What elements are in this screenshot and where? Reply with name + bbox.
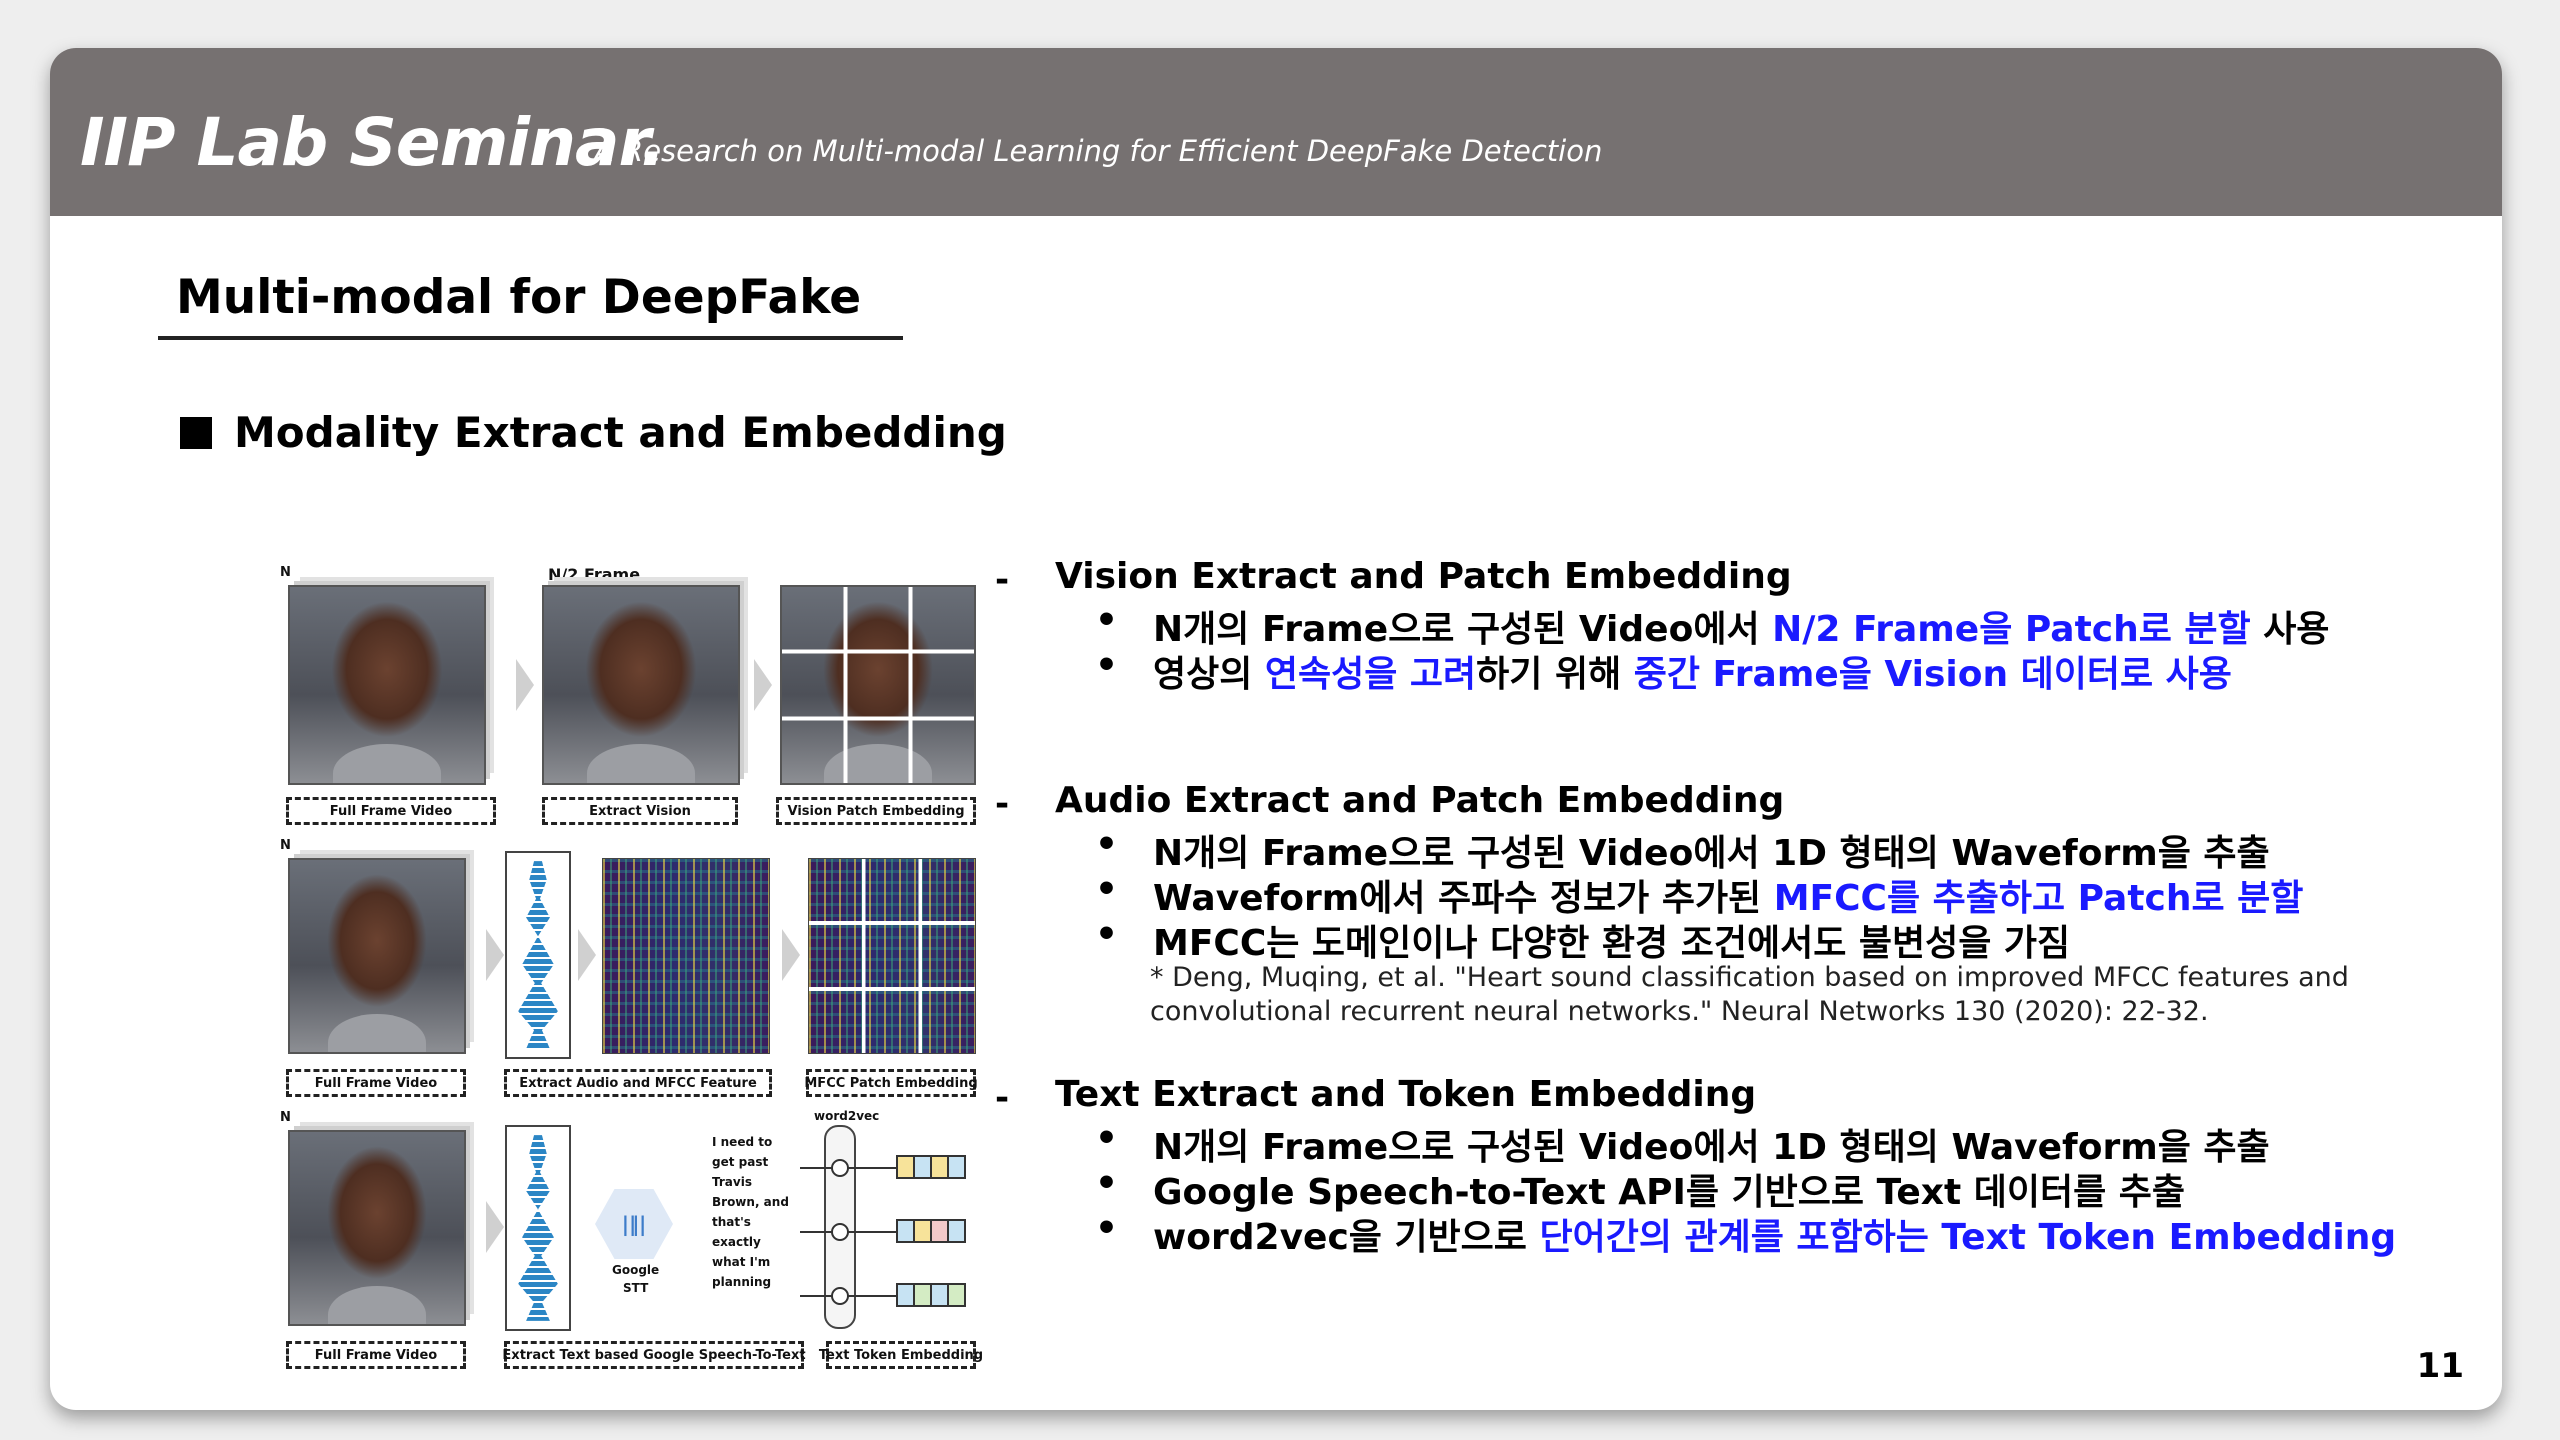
bullet-text: 영상의 bbox=[1153, 654, 1265, 695]
page-number: 11 bbox=[2416, 1346, 2464, 1386]
bullet-text: 사용 bbox=[2250, 609, 2330, 650]
vision-heading: Vision Extract and Patch Embedding bbox=[1055, 556, 1792, 597]
middle-frame-image bbox=[542, 585, 740, 785]
mfcc-spectrogram-image bbox=[602, 858, 770, 1054]
token-embedding-vector bbox=[896, 1155, 966, 1179]
label-text-token-embedding: Text Token Embedding bbox=[819, 1341, 983, 1369]
section-underline bbox=[158, 336, 903, 340]
subsection-title: Modality Extract and Embedding bbox=[234, 408, 1007, 457]
bullet-text: MFCC는 도메인이나 다양한 환경 조건에서도 불변성을 가짐 bbox=[1153, 923, 2071, 964]
transcript-line: what I'm bbox=[712, 1255, 771, 1269]
label-extract-audio-mfcc: Extract Audio and MFCC Feature bbox=[504, 1069, 772, 1097]
label-vision-patch-embedding: Vision Patch Embedding bbox=[776, 797, 976, 825]
header-bar: IIP Lab Seminar. A Research on Multi-mod… bbox=[50, 48, 2502, 216]
slide: IIP Lab Seminar. A Research on Multi-mod… bbox=[50, 48, 2502, 1410]
word2vec-node bbox=[831, 1287, 849, 1305]
label-full-frame-video: Full Frame Video bbox=[286, 1341, 466, 1369]
block-dash: - bbox=[995, 1078, 1010, 1118]
label-full-frame-video: Full Frame Video bbox=[286, 1069, 466, 1097]
block-dash: - bbox=[995, 560, 1010, 600]
word2vec-label: word2vec bbox=[814, 1109, 880, 1123]
label-extract-text-stt: Extract Text based Google Speech-To-Text bbox=[502, 1341, 806, 1369]
transcript-line: I need to bbox=[712, 1135, 773, 1149]
transcript-line: Brown, and bbox=[712, 1195, 789, 1209]
token-embedding-vector bbox=[896, 1283, 966, 1307]
transcript-line: planning bbox=[712, 1275, 772, 1289]
highlight-text: 단어간의 관계를 포함하는 Text Token Embedding bbox=[1539, 1217, 2397, 1258]
bullet-dot: • bbox=[1095, 869, 1119, 910]
stt-label: Google bbox=[612, 1263, 660, 1277]
bullet-dot: • bbox=[1095, 1163, 1119, 1204]
word2vec-node bbox=[831, 1159, 849, 1177]
bullet-dot: • bbox=[1095, 600, 1119, 641]
arrow-icon bbox=[516, 659, 534, 711]
half-frame-label: N/2 Frame bbox=[548, 565, 641, 584]
word2vec-node bbox=[831, 1223, 849, 1241]
text-heading: Text Extract and Token Embedding bbox=[1055, 1074, 1757, 1115]
bullet-dot: • bbox=[1095, 914, 1119, 955]
stt-label: STT bbox=[623, 1281, 649, 1295]
pipeline-figure: N N/2 Frame Full Frame Video Extract Vis… bbox=[230, 513, 1030, 1393]
label-extract-vision: Extract Vision bbox=[542, 797, 738, 825]
n-label: N bbox=[280, 838, 291, 853]
highlight-text: 연속성을 고려 bbox=[1264, 654, 1477, 695]
transcript-line: exactly bbox=[712, 1235, 761, 1249]
waveform-image bbox=[505, 851, 571, 1059]
subsection-heading: Modality Extract and Embedding bbox=[180, 408, 1007, 457]
header-subtitle: A Research on Multi-modal Learning for E… bbox=[594, 134, 1603, 168]
bullet-dot: • bbox=[1095, 824, 1119, 865]
square-bullet-icon bbox=[180, 417, 212, 449]
transcript-line: get past bbox=[712, 1155, 769, 1169]
transcript-line: that's bbox=[712, 1215, 751, 1229]
highlight-text: 중간 Frame을 Vision 데이터로 사용 bbox=[1633, 654, 2232, 695]
bullet-text: N개의 Frame으로 구성된 Video에서 bbox=[1153, 609, 1773, 650]
section-title: Multi-modal for DeepFake bbox=[176, 270, 862, 325]
n-label: N bbox=[280, 1110, 291, 1125]
token-embedding-vector bbox=[896, 1219, 966, 1243]
video-frame-image bbox=[288, 585, 486, 785]
bullet-text: 하기 위해 bbox=[1476, 654, 1634, 695]
mfcc-patch-image bbox=[808, 858, 976, 1054]
label-full-frame-video: Full Frame Video bbox=[286, 797, 496, 825]
video-frame-image bbox=[288, 1130, 466, 1326]
video-frame-image bbox=[288, 858, 466, 1054]
waveform-image bbox=[505, 1125, 571, 1331]
header-title: IIP Lab Seminar. bbox=[80, 104, 666, 181]
citation-line: convolutional recurrent neural networks.… bbox=[1150, 996, 2209, 1027]
arrow-icon bbox=[782, 929, 800, 981]
patched-frame-image bbox=[780, 585, 976, 785]
transcript-line: Travis bbox=[712, 1175, 752, 1189]
arrow-icon bbox=[486, 929, 504, 981]
label-mfcc-patch-embedding: MFCC Patch Embedding bbox=[804, 1069, 978, 1097]
arrow-icon bbox=[486, 1201, 504, 1253]
highlight-text: N/2 Frame을 Patch로 분할 bbox=[1772, 609, 2251, 650]
citation-line: * Deng, Muqing, et al. "Heart sound clas… bbox=[1150, 962, 2349, 993]
highlight-text: MFCC를 추출하고 Patch로 분할 bbox=[1773, 878, 2304, 919]
arrow-icon bbox=[578, 929, 596, 981]
bullet-dot: • bbox=[1095, 1208, 1119, 1249]
bullet-text: word2vec을 기반으로 bbox=[1153, 1217, 1540, 1258]
bullet-dot: • bbox=[1095, 1118, 1119, 1159]
bullet-text: Waveform에서 주파수 정보가 추가된 bbox=[1153, 878, 1774, 919]
audio-heading: Audio Extract and Patch Embedding bbox=[1055, 780, 1785, 821]
block-dash: - bbox=[995, 784, 1010, 824]
n-label: N bbox=[280, 565, 291, 580]
bullet-dot: • bbox=[1095, 645, 1119, 686]
arrow-icon bbox=[754, 659, 772, 711]
google-stt-icon: |‖| bbox=[595, 1189, 673, 1259]
